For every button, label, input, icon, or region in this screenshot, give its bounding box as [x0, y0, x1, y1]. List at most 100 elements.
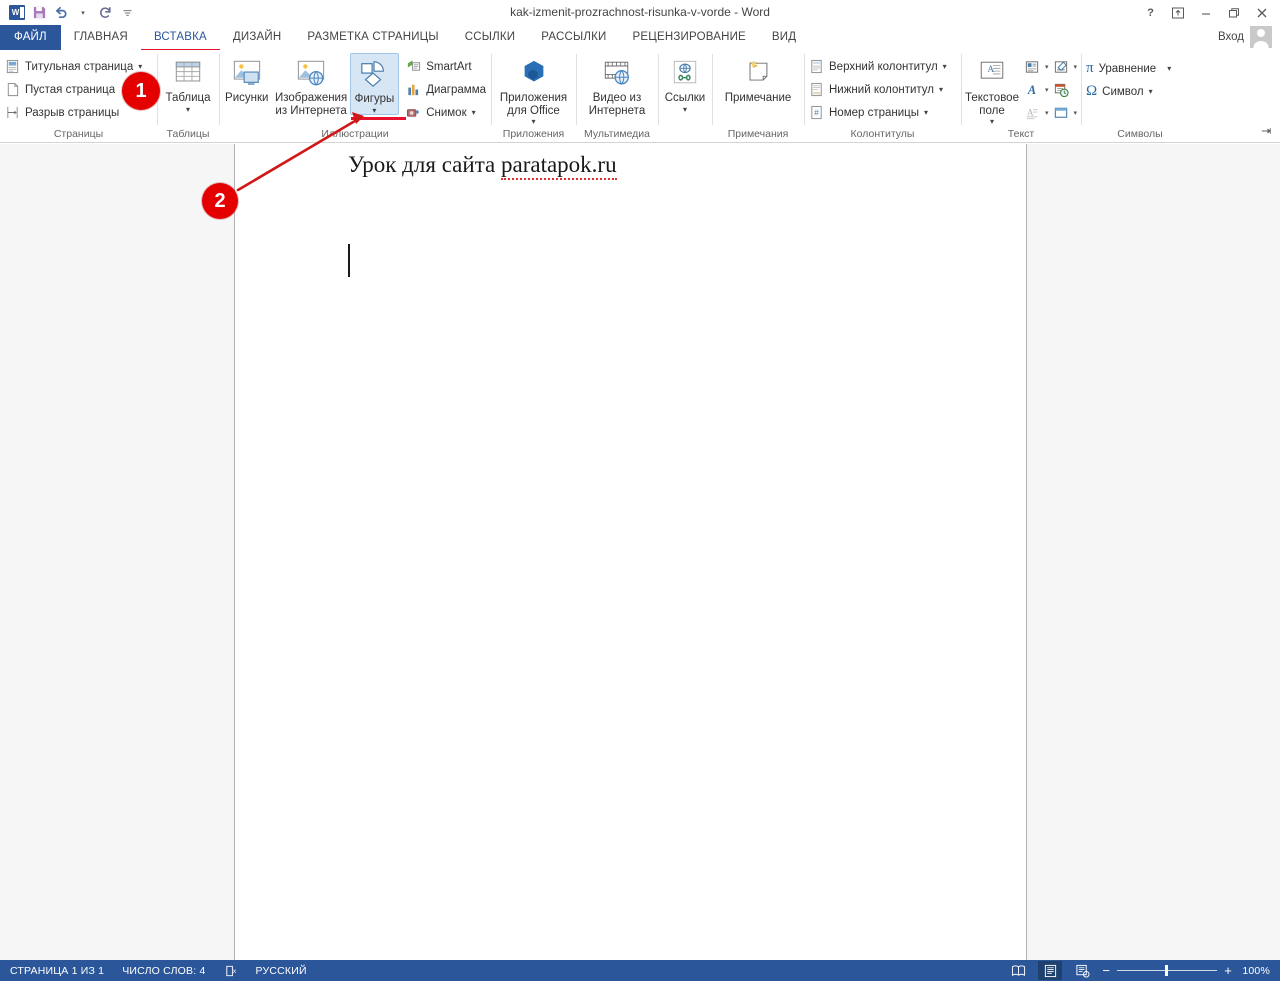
insert-chart-label: Диаграмма	[426, 84, 486, 96]
undo-icon[interactable]	[50, 3, 72, 23]
chevron-down-icon[interactable]: ▾	[943, 62, 947, 71]
symbol-button[interactable]: Ω Символ ▾	[1083, 80, 1174, 103]
insert-online-pictures-label: Изображения из Интернета	[275, 92, 347, 117]
chevron-down-icon[interactable]: ▾	[186, 106, 190, 113]
insert-screenshot-button[interactable]: Снимок ▾	[403, 101, 489, 124]
zoom-level-label[interactable]: 100%	[1240, 965, 1270, 977]
tab-page-layout[interactable]: РАЗМЕТКА СТРАНИЦЫ	[294, 25, 451, 50]
chevron-down-icon[interactable]: ▾	[990, 118, 994, 125]
chevron-down-icon[interactable]: ▾	[1073, 63, 1077, 71]
insert-chart-button[interactable]: Диаграмма	[403, 78, 489, 101]
zoom-handle[interactable]	[1165, 965, 1168, 976]
ribbon-group-symbols: π Уравнение ▾ Ω Символ ▾ Символы	[1081, 50, 1199, 143]
tab-view[interactable]: ВИД	[759, 25, 809, 50]
text-box-button[interactable]: A Текстовое поле ▾	[963, 53, 1021, 125]
page-number-label: Номер страницы	[829, 107, 919, 119]
zoom-in-button[interactable]: +	[1224, 964, 1232, 977]
tab-design[interactable]: ДИЗАЙН	[220, 25, 294, 50]
office-apps-button[interactable]: Приложения для Office ▾	[493, 53, 574, 125]
insert-table-button[interactable]: Таблица ▾	[160, 53, 215, 113]
chevron-down-icon[interactable]: ▾	[372, 107, 376, 114]
screenshot-icon	[406, 105, 421, 120]
wordart-icon[interactable]: A	[1023, 80, 1042, 99]
footer-button[interactable]: Нижний колонтитул ▾	[806, 78, 950, 101]
document-area: Урок для сайта paratapok.ru	[0, 144, 1280, 960]
zoom-out-button[interactable]: −	[1102, 964, 1110, 977]
online-video-button[interactable]: Видео из Интернета	[578, 53, 656, 117]
restore-button[interactable]	[1220, 2, 1248, 24]
insert-online-pictures-button[interactable]: Изображения из Интернета	[272, 53, 349, 117]
equation-button[interactable]: π Уравнение ▾	[1083, 57, 1174, 80]
hyperlink-icon	[670, 56, 700, 90]
quick-access-toolbar: W ▾	[0, 3, 138, 23]
drop-cap-icon[interactable]: A	[1023, 103, 1042, 122]
close-button[interactable]	[1248, 2, 1276, 24]
chevron-down-icon[interactable]: ▾	[1167, 64, 1171, 73]
print-layout-icon[interactable]	[1038, 961, 1062, 980]
zoom-track[interactable]	[1117, 970, 1217, 971]
insert-shapes-button[interactable]: Фигуры ▾	[350, 53, 400, 115]
word-logo-icon: W	[6, 3, 28, 23]
read-mode-icon[interactable]	[1006, 961, 1030, 980]
insert-smartart-label: SmartArt	[426, 61, 471, 73]
document-heading[interactable]: Урок для сайта paratapok.ru	[348, 152, 617, 178]
chevron-down-icon[interactable]: ▾	[1149, 87, 1153, 96]
object-icon[interactable]	[1051, 103, 1070, 122]
collapse-ribbon-pin-icon[interactable]	[1260, 124, 1274, 141]
status-page-indicator[interactable]: СТРАНИЦА 1 ИЗ 1	[10, 965, 104, 977]
status-word-count[interactable]: ЧИСЛО СЛОВ: 4	[122, 965, 205, 977]
links-button[interactable]: Ссылки ▾	[660, 53, 710, 113]
signature-line-icon[interactable]	[1051, 57, 1070, 76]
pictures-icon	[231, 56, 263, 90]
page-number-button[interactable]: # Номер страницы ▾	[806, 101, 950, 124]
chevron-down-icon[interactable]: ▾	[939, 85, 943, 94]
web-layout-icon[interactable]	[1070, 961, 1094, 980]
insert-pictures-button[interactable]: Рисунки	[221, 53, 272, 105]
shapes-icon	[358, 57, 390, 91]
proofing-errors-icon[interactable]: x	[224, 964, 238, 978]
tab-references[interactable]: ССЫЛКИ	[452, 25, 529, 50]
tab-insert[interactable]: ВСТАВКА	[141, 25, 220, 50]
zoom-slider[interactable]: − +	[1102, 964, 1232, 977]
tab-home[interactable]: ГЛАВНАЯ	[61, 25, 141, 50]
quick-parts-icon[interactable]	[1023, 57, 1042, 76]
chevron-down-icon[interactable]: ▾	[1073, 109, 1077, 117]
pi-icon: π	[1086, 60, 1094, 77]
document-heading-text: Урок для сайта	[348, 152, 501, 177]
chevron-down-icon[interactable]: ▾	[472, 108, 476, 117]
help-button[interactable]: ?	[1136, 2, 1164, 24]
tab-review[interactable]: РЕЦЕНЗИРОВАНИЕ	[620, 25, 759, 50]
document-page[interactable]: Урок для сайта paratapok.ru	[234, 144, 1027, 960]
online-video-label: Видео из Интернета	[583, 92, 651, 117]
page-break-icon	[5, 105, 20, 120]
customize-qat-icon[interactable]	[116, 3, 138, 23]
chevron-down-icon[interactable]: ▾	[683, 106, 687, 113]
save-icon[interactable]	[28, 3, 50, 23]
chevron-down-icon[interactable]: ▾	[531, 118, 535, 125]
avatar[interactable]	[1250, 26, 1272, 48]
insert-pictures-label: Рисунки	[225, 92, 268, 105]
ribbon-group-tables: Таблица ▾ Таблицы	[157, 50, 219, 143]
redo-icon[interactable]	[94, 3, 116, 23]
insert-smartart-button[interactable]: SmartArt	[403, 55, 489, 78]
ribbon-display-options-button[interactable]	[1164, 2, 1192, 24]
chevron-down-icon[interactable]: ▾	[924, 108, 928, 117]
chevron-down-icon[interactable]: ▾	[138, 62, 142, 71]
tab-file[interactable]: ФАЙЛ	[0, 25, 61, 50]
ribbon-group-illustrations: Рисунки Изображения из Интернета	[219, 50, 491, 143]
insert-comment-button[interactable]: Примечание	[714, 53, 802, 105]
signin-area[interactable]: Вход	[1218, 26, 1272, 48]
status-language[interactable]: РУССКИЙ	[256, 965, 307, 977]
office-apps-label: Приложения для Office	[498, 92, 569, 117]
ribbon-group-illustrations-label: Иллюстрации	[221, 127, 489, 143]
chevron-down-icon[interactable]: ▾	[1045, 86, 1049, 94]
header-button[interactable]: Верхний колонтитул ▾	[806, 55, 950, 78]
minimize-button[interactable]	[1192, 2, 1220, 24]
cover-page-button[interactable]: Титульная страница ▾	[2, 55, 145, 78]
chevron-down-icon[interactable]: ▾	[1045, 63, 1049, 71]
page-break-button[interactable]: Разрыв страницы	[2, 101, 145, 124]
tab-mailings[interactable]: РАССЫЛКИ	[528, 25, 619, 50]
undo-dropdown-icon[interactable]: ▾	[72, 3, 94, 23]
date-time-icon[interactable]	[1051, 80, 1070, 99]
chevron-down-icon[interactable]: ▾	[1045, 109, 1049, 117]
